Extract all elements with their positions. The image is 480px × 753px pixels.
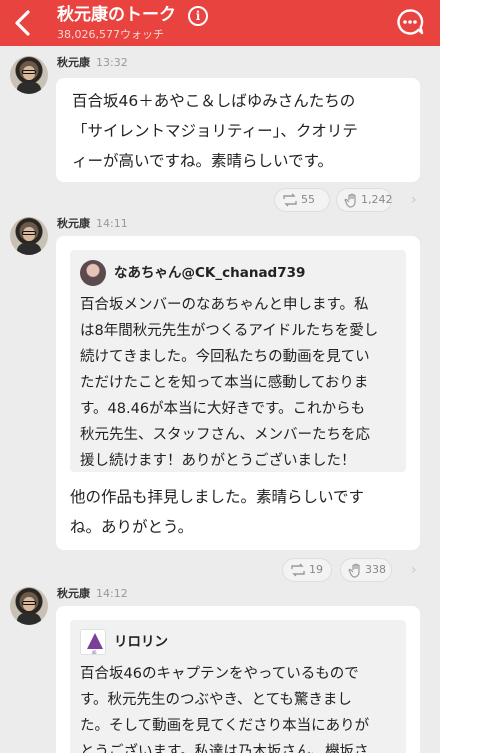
message-bubble[interactable]: なあちゃん@CK_chanad739 百合坂メンバーのなあちゃんと申します。私 … [56, 236, 420, 550]
info-icon[interactable]: i [188, 6, 208, 26]
repost-count: 19 [309, 563, 323, 576]
quoted-line: す。48.46が本当に大好きです。これからも [80, 401, 366, 417]
message-line: ィーが高いですね。素晴らしいです。 [72, 152, 334, 170]
repost-count: 55 [301, 193, 315, 206]
page-title: 秋元康のトーク [57, 5, 176, 25]
message-line: ね。ありがとう。 [70, 518, 194, 536]
quoted-line: は8年間秋元先生がつくるアイドルたちを愛し [80, 323, 379, 339]
quoted-line: 秋元先生、スタッフさん、メンバーたちを応 [80, 427, 370, 443]
quoted-author: なあちゃん@CK_chanad739 [114, 265, 306, 281]
timestamp: 13:32 [96, 56, 128, 69]
author-name: 秋元康 [57, 587, 90, 600]
quoted-line: 百合坂メンバーのなあちゃんと申します。私 [80, 297, 369, 313]
message-actions: 55 1,242 › [0, 188, 440, 212]
chevron-left-icon[interactable] [10, 9, 36, 37]
timestamp: 14:12 [96, 587, 128, 600]
message-meta: 秋元康 13:32 [57, 56, 128, 70]
header-bar: 秋元康のトーク 38,026,577ウォッチ i [0, 0, 440, 46]
repost-icon [291, 563, 305, 577]
quoted-author: リロリン [114, 634, 168, 650]
quoted-line: た。そして動画を見てくださり本当にありが [80, 718, 370, 734]
quoted-line: 続けてきました。今回私たちの動画を見てい [80, 349, 370, 365]
clap-count: 1,242 [361, 193, 393, 206]
svg-text:46: 46 [91, 650, 97, 655]
avatar[interactable] [10, 56, 48, 94]
clap-button[interactable]: 1,242 [336, 188, 393, 212]
watch-count: 38,026,577ウォッチ [57, 28, 164, 41]
quoted-line: ただけたことを知って本当に感動しておりま [80, 375, 369, 391]
author-name: 秋元康 [57, 56, 90, 69]
message-meta: 秋元康 14:12 [57, 587, 128, 601]
message-line: 他の作品も拝見しました。素晴らしいです [70, 488, 365, 506]
chat-bubble-icon[interactable] [396, 8, 424, 36]
author-name: 秋元康 [57, 217, 90, 230]
message-text: 百合坂46＋あやこ＆しばゆみさんたちの 「サイレントマジョリティー」、クオリテ … [72, 86, 358, 176]
chevron-right-icon[interactable]: › [411, 558, 417, 582]
repost-button[interactable]: 19 [282, 558, 332, 582]
quoted-post[interactable]: なあちゃん@CK_chanad739 百合坂メンバーのなあちゃんと申します。私 … [70, 250, 406, 472]
message-meta: 秋元康 14:11 [57, 217, 128, 231]
message-line: 百合坂46＋あやこ＆しばゆみさんたちの [72, 92, 356, 110]
quoted-post[interactable]: 46 リロリン 百合坂46のキャプテンをやっているもので す。秋元先生のつぶやき… [70, 620, 406, 753]
avatar[interactable] [10, 217, 48, 255]
quoted-line: 援し続けます！ありがとうございました！ [80, 453, 356, 469]
timestamp: 14:11 [96, 217, 128, 230]
clap-icon [348, 563, 360, 578]
clap-icon [344, 193, 356, 208]
repost-icon [283, 193, 297, 207]
repost-button[interactable]: 55 [274, 188, 330, 212]
message-bubble[interactable]: 百合坂46＋あやこ＆しばゆみさんたちの 「サイレントマジョリティー」、クオリテ … [56, 78, 420, 182]
message-line: 「サイレントマジョリティー」、クオリテ [72, 122, 358, 140]
quoted-line: 百合坂46のキャプテンをやっているもので [80, 666, 359, 682]
header-title-group: 秋元康のトーク 38,026,577ウォッチ [57, 4, 176, 42]
quoted-line: とうございます。私達は乃木坂さん、欅坂さ [80, 744, 369, 753]
group-logo-icon: 46 [80, 629, 106, 655]
clap-button[interactable]: 338 [340, 558, 392, 582]
avatar[interactable] [10, 587, 48, 625]
message-actions: 19 338 › [0, 558, 440, 582]
page-margin [440, 0, 480, 753]
chevron-right-icon[interactable]: › [411, 188, 417, 212]
message-text: 他の作品も拝見しました。素晴らしいです ね。ありがとう。 [70, 482, 364, 542]
quoted-line: す。秋元先生のつぶやき、とても驚きまし [80, 692, 352, 708]
quoted-text: 百合坂メンバーのなあちゃんと申します。私 は8年間秋元先生がつくるアイドルたちを… [80, 292, 378, 474]
clap-count: 338 [365, 563, 386, 576]
quoted-text: 百合坂46のキャプテンをやっているもので す。秋元先生のつぶやき、とても驚きまし… [80, 661, 369, 753]
quoted-avatar [80, 260, 106, 286]
talk-screen: 秋元康のトーク 38,026,577ウォッチ i 秋元康 13:32 百合坂46＋… [0, 0, 440, 753]
message-bubble[interactable]: 46 リロリン 百合坂46のキャプテンをやっているもので す。秋元先生のつぶやき… [56, 606, 420, 753]
